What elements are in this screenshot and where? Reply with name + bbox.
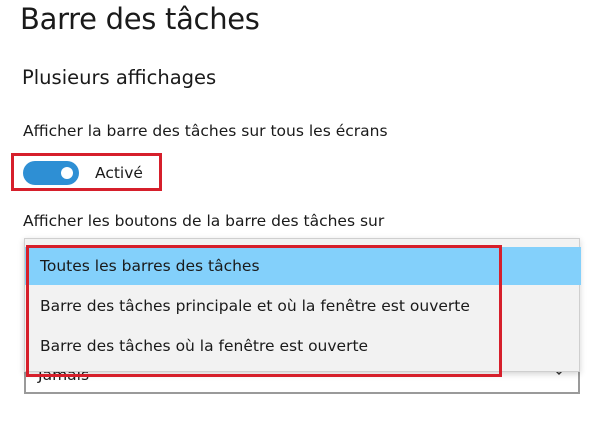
show-on-all-displays-toggle[interactable] — [23, 161, 79, 185]
toggle-knob — [61, 167, 73, 179]
show-on-all-displays-label: Afficher la barre des tâches sur tous le… — [23, 122, 388, 140]
page-title: Barre des tâches — [20, 2, 260, 36]
dropdown-highlight-box — [26, 245, 502, 377]
show-buttons-on-label: Afficher les boutons de la barre des tâc… — [23, 212, 385, 230]
toggle-state-text: Activé — [95, 164, 143, 182]
show-on-all-displays-toggle-group[interactable]: Activé — [23, 160, 143, 186]
section-title: Plusieurs affichages — [22, 66, 217, 89]
